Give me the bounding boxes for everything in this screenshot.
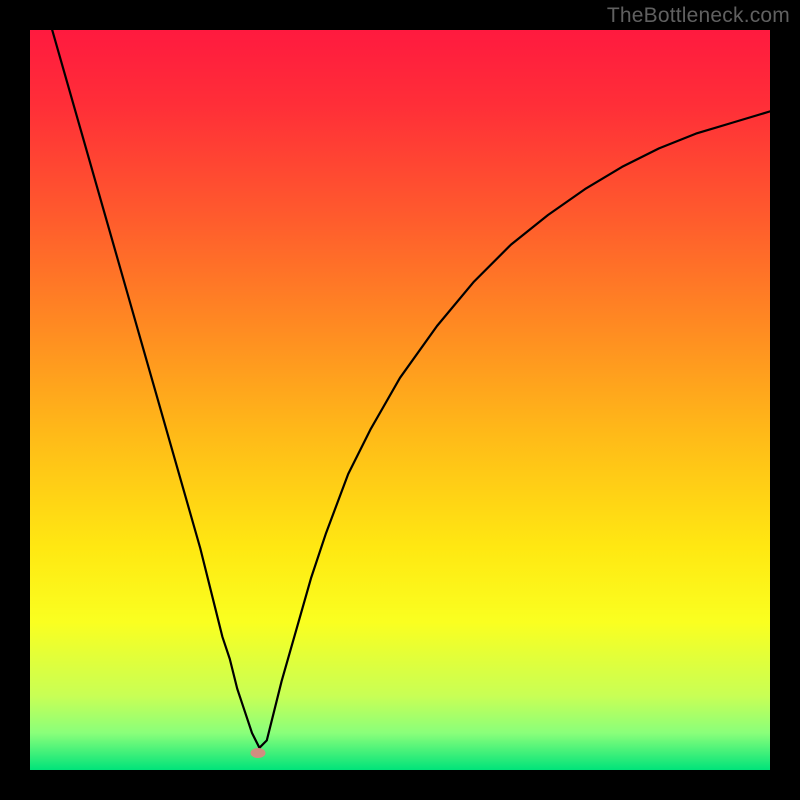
bottleneck-curve — [30, 30, 770, 770]
optimum-marker — [250, 748, 265, 758]
watermark-text: TheBottleneck.com — [607, 4, 790, 28]
chart-frame: TheBottleneck.com — [0, 0, 800, 800]
plot-area — [30, 30, 770, 770]
